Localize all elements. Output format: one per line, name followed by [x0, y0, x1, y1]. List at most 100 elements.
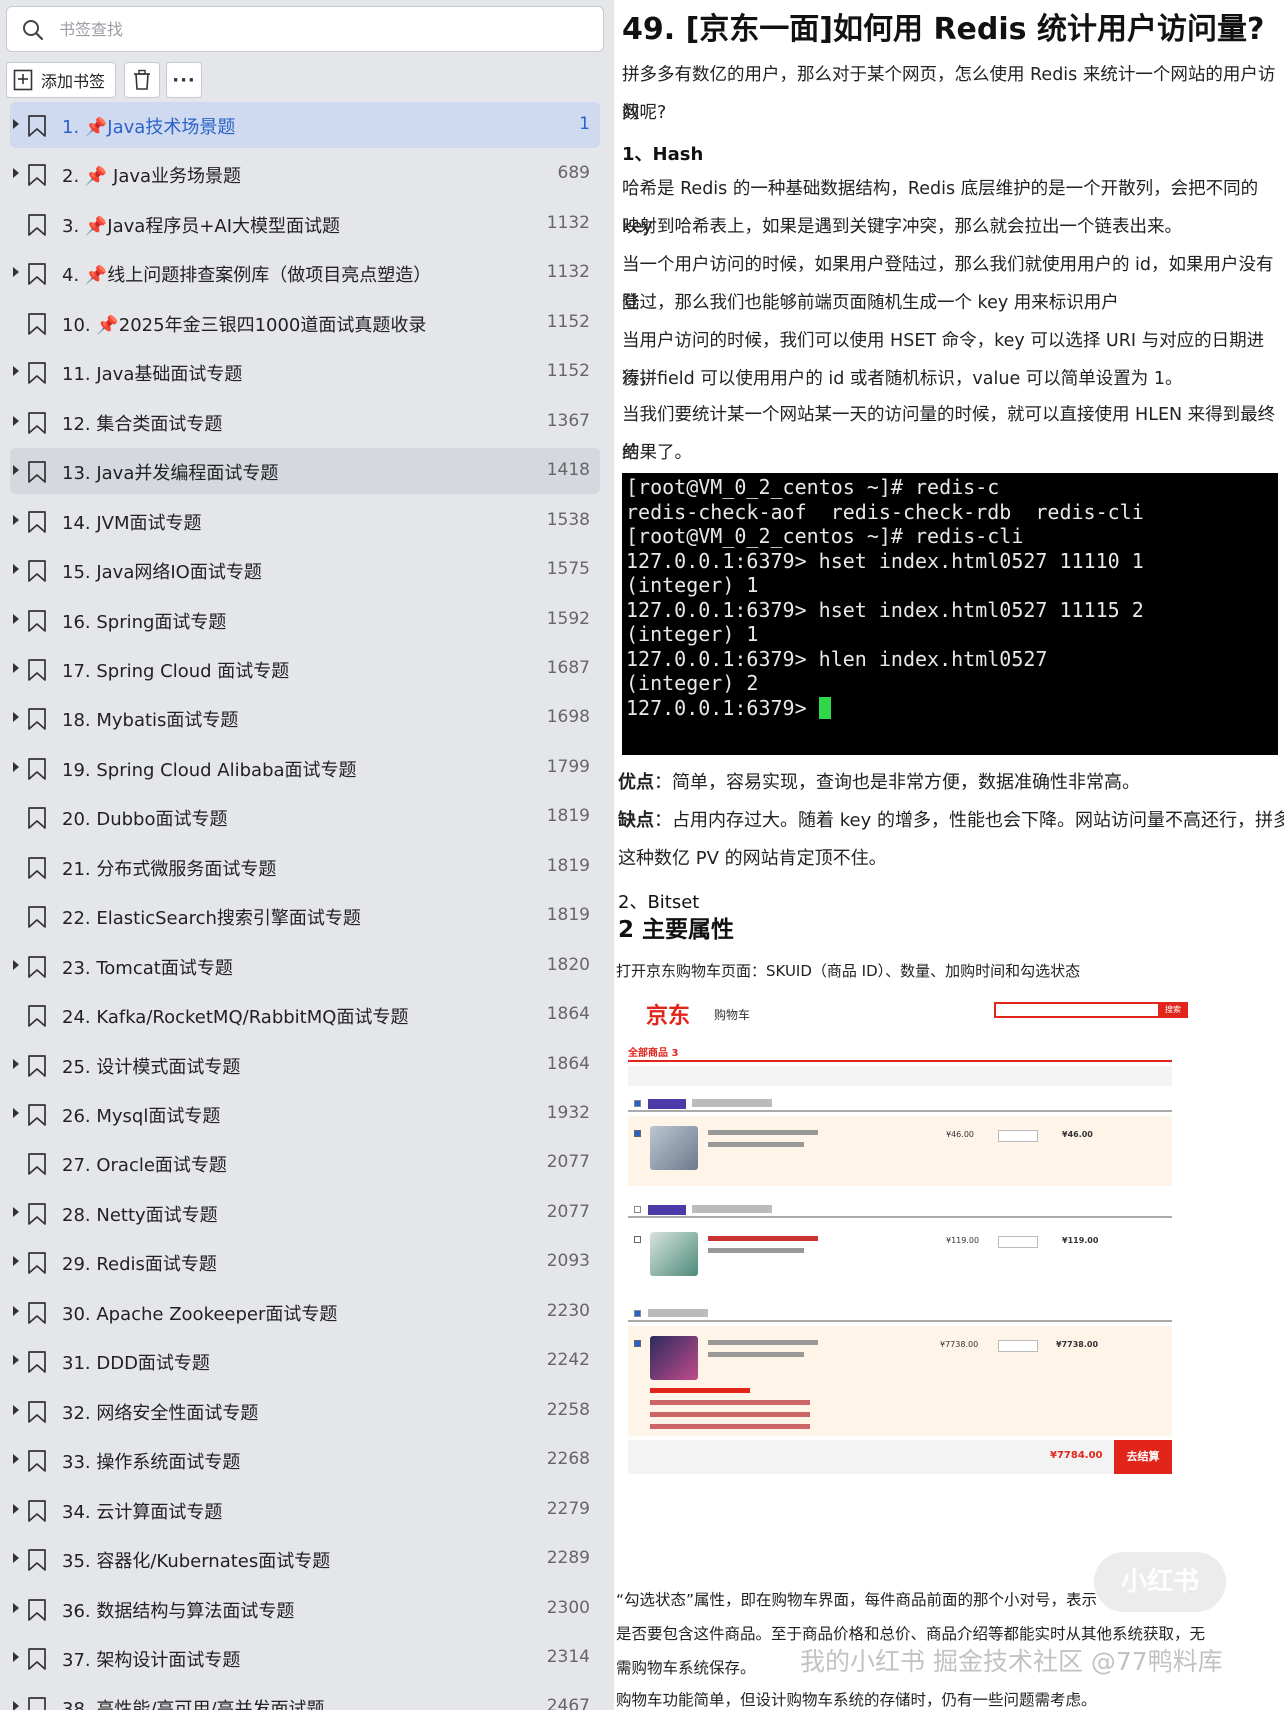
expand-arrow-icon[interactable]: [13, 168, 19, 179]
expand-arrow-icon[interactable]: [13, 415, 19, 426]
expand-arrow-icon[interactable]: [13, 1206, 19, 1217]
bookmark-item[interactable]: 13. Java并发编程面试专题 1418: [10, 448, 600, 495]
bookmark-item[interactable]: 35. 容器化/Kubernates面试专题 2289: [10, 1536, 600, 1582]
expand-arrow-icon[interactable]: [13, 1602, 19, 1613]
jd-checkout-button: 去结算: [1114, 1440, 1172, 1474]
document-page: 49. [京东一面]如何用 Redis 统计用户访问量? 拼多多有数亿的用户，那…: [614, 0, 1284, 1710]
expand-arrow-icon[interactable]: [13, 564, 19, 575]
expand-arrow-icon[interactable]: [13, 1651, 19, 1662]
bookmark-item[interactable]: 24. Kafka/RocketMQ/RabbitMQ面试专题 1864: [10, 992, 600, 1038]
jd-cart-item: ¥119.00 ¥119.00: [628, 1222, 1172, 1306]
terminal-prompt: 127.0.0.1:6379>: [626, 695, 819, 720]
bookmark-item[interactable]: 16. Spring面试专题 1592: [10, 597, 600, 643]
bookmark-item[interactable]: 36. 数据结构与算法面试专题 2300: [10, 1586, 600, 1632]
cons-text: ：占用内存过大。随着 key 的增多，性能也会下降。网站访问量不高还行，拼多多: [654, 810, 1284, 831]
body-line-4: 购物车功能简单，但设计购物车系统的存储时，仍有一些问题需考虑。: [616, 1691, 1097, 1709]
xiaohongshu-watermark: 小红书: [1094, 1552, 1226, 1612]
bookmark-item[interactable]: 17. Spring Cloud 面试专题 1687: [10, 646, 600, 692]
bookmark-item[interactable]: 37. 架构设计面试专题 2314: [10, 1635, 600, 1681]
bookmark-item[interactable]: 34. 云计算面试专题 2279: [10, 1487, 600, 1533]
bookmark-icon: [28, 955, 46, 978]
bookmark-label: 4. 📌线上问题排查案例库（做项目亮点塑造）: [62, 265, 432, 287]
expand-arrow-icon[interactable]: [13, 613, 19, 624]
expand-arrow-icon[interactable]: [13, 514, 19, 525]
expand-arrow-icon[interactable]: [13, 959, 19, 970]
expand-arrow-icon[interactable]: [13, 1503, 19, 1514]
bookmark-item[interactable]: 20. Dubbo面试专题 1819: [10, 794, 600, 840]
bookmark-item[interactable]: 12. 集合类面试专题 1367: [10, 399, 600, 445]
bookmark-icon: [28, 362, 46, 385]
bookmark-page-number: 1575: [546, 559, 590, 580]
add-bookmark-button[interactable]: 添加书签: [6, 62, 116, 98]
delete-bookmark-button[interactable]: [124, 62, 160, 98]
expand-arrow-icon[interactable]: [13, 1701, 19, 1710]
expand-arrow-icon[interactable]: [13, 366, 19, 377]
body-line-3: 需购物车系统保存。: [616, 1659, 756, 1677]
trash-icon: [134, 69, 150, 90]
bookmark-label: 1. 📌Java技术场景题: [62, 117, 236, 138]
bookmark-label: 35. 容器化/Kubernates面试专题: [62, 1551, 331, 1573]
bookmark-item[interactable]: 11. Java基础面试专题 1152: [10, 349, 600, 395]
more-options-button[interactable]: ···: [166, 62, 202, 98]
bookmark-item[interactable]: 15. Java网络IO面试专题 1575: [10, 547, 600, 593]
bookmark-item[interactable]: 2. 📌 Java业务场景题 689: [10, 151, 600, 197]
bookmark-item[interactable]: 31. DDD面试专题 2242: [10, 1338, 600, 1384]
bookmark-page-number: 2230: [546, 1300, 590, 1321]
expand-arrow-icon[interactable]: [13, 1108, 19, 1118]
bookmark-item[interactable]: 23. Tomcat面试专题 1820: [10, 943, 600, 989]
expand-arrow-icon[interactable]: [13, 119, 19, 129]
bookmark-item[interactable]: 30. Apache Zookeeper面试专题 2230: [10, 1289, 600, 1335]
bookmark-item[interactable]: 26. Mysql面试专题 1932: [10, 1091, 600, 1137]
bookmark-label: 32. 网络安全性面试专题: [62, 1402, 259, 1424]
bookmark-label: 20. Dubbo面试专题: [62, 809, 228, 831]
bookmark-page-number: 1864: [546, 1004, 590, 1025]
bookmark-item[interactable]: 4. 📌线上问题排查案例库（做项目亮点塑造） 1132: [10, 250, 600, 296]
bookmark-item[interactable]: 28. Netty面试专题 2077: [10, 1190, 600, 1236]
bookmark-item[interactable]: 1. 📌Java技术场景题 1: [10, 102, 600, 148]
bookmark-item[interactable]: 10. 📌2025年金三银四1000道面试真题收录 1152: [10, 300, 600, 346]
bookmark-item[interactable]: 33. 操作系统面试专题 2268: [10, 1437, 600, 1483]
bookmark-icon: [28, 757, 46, 780]
bookmark-icon: [28, 708, 46, 731]
bookmark-page-number: 1932: [546, 1103, 590, 1123]
bookmark-item[interactable]: 32. 网络安全性面试专题 2258: [10, 1388, 600, 1434]
terminal-prompt-line: 127.0.0.1:6379>: [626, 696, 1274, 721]
bookmark-page-number: 1819: [546, 855, 590, 876]
bookmark-item[interactable]: 27. Oracle面试专题 2077: [10, 1140, 600, 1186]
expand-arrow-icon[interactable]: [13, 1404, 19, 1415]
expand-arrow-icon[interactable]: [13, 267, 19, 278]
bookmark-item[interactable]: 14. JVM面试专题 1538: [10, 498, 600, 544]
expand-arrow-icon[interactable]: [13, 1454, 19, 1465]
bookmark-label: 34. 云计算面试专题: [62, 1501, 223, 1523]
bookmark-item[interactable]: 22. ElasticSearch搜索引擎面试专题 1819: [10, 893, 600, 939]
expand-arrow-icon[interactable]: [13, 1553, 19, 1564]
expand-arrow-icon[interactable]: [13, 1058, 19, 1069]
bookmark-item[interactable]: 19. Spring Cloud Alibaba面试专题 1799: [10, 745, 600, 791]
bookmark-icon: [28, 1005, 46, 1027]
bookmark-item[interactable]: 21. 分布式微服务面试专题 1819: [10, 844, 600, 890]
paragraph-3b: 陆过，那么我们也能够前端页面随机生成一个 key 用来标识用户: [622, 293, 1119, 313]
bookmark-item[interactable]: 38. 高性能/高可用/高并发面试题 2467: [10, 1684, 600, 1710]
bookmark-item[interactable]: 25. 设计模式面试专题 1864: [10, 1042, 600, 1088]
expand-arrow-icon[interactable]: [13, 1355, 19, 1366]
bookmark-search-input[interactable]: [59, 15, 579, 43]
terminal-line: 127.0.0.1:6379> hset index.html0527 1111…: [626, 597, 1144, 622]
terminal-line: (integer) 2: [626, 671, 759, 695]
bookmark-item[interactable]: 3. 📌Java程序员+AI大模型面试题 1132: [10, 201, 600, 247]
expand-arrow-icon[interactable]: [13, 1256, 19, 1267]
bookmark-search-box[interactable]: [6, 6, 604, 52]
bookmark-item[interactable]: 18. Mybatis面试专题 1698: [10, 695, 600, 741]
bookmark-item[interactable]: 29. Redis面试专题 2093: [10, 1239, 600, 1285]
jd-item-subtotal: ¥119.00: [1062, 1236, 1099, 1245]
bookmark-page-number: 1799: [546, 756, 590, 777]
expand-arrow-icon[interactable]: [13, 465, 19, 476]
bookmark-label: 30. Apache Zookeeper面试专题: [62, 1303, 338, 1325]
bookmark-page-number: 1538: [546, 509, 590, 530]
body-line-2: 是否要包含这件商品。至于商品价格和总价、商品介绍等都能实时从其他系统获取，无: [616, 1625, 1206, 1643]
bookmark-label: 24. Kafka/RocketMQ/RabbitMQ面试专题: [62, 1007, 409, 1029]
expand-arrow-icon[interactable]: [13, 662, 19, 673]
bookmark-label: 17. Spring Cloud 面试专题: [62, 660, 290, 682]
expand-arrow-icon[interactable]: [13, 712, 19, 723]
expand-arrow-icon[interactable]: [13, 1305, 19, 1316]
expand-arrow-icon[interactable]: [13, 761, 19, 772]
